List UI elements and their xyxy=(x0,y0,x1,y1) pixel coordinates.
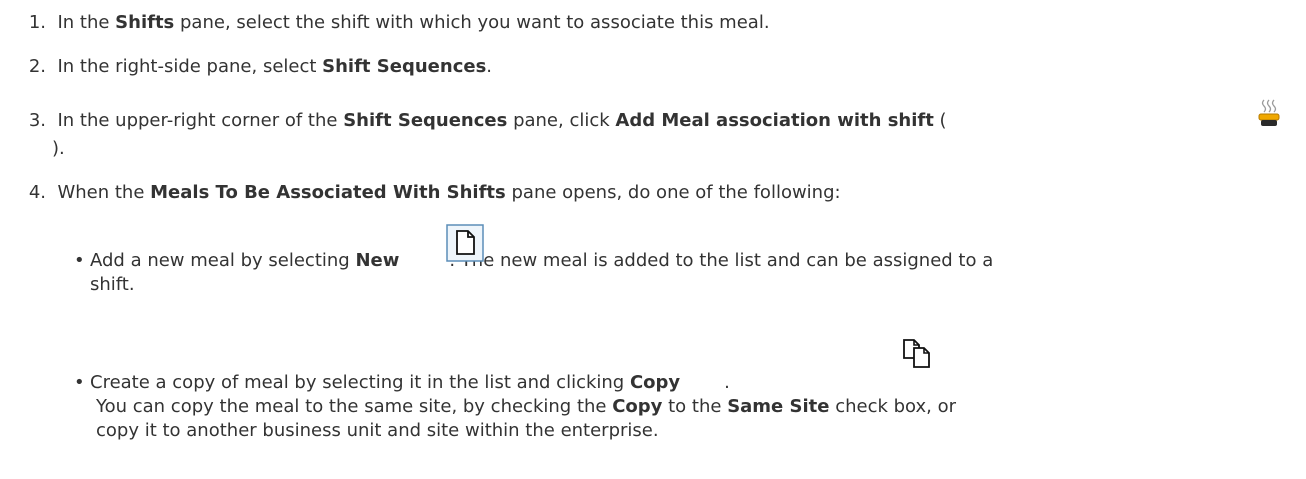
step-text-part: pane opens, do one of the following: xyxy=(505,182,841,203)
step-4: 4. When the Meals To Be Associated With … xyxy=(0,182,841,204)
bullet-text-part: Create a copy of meal by selecting it in… xyxy=(90,372,630,393)
bullet-1-line-1: Add a new meal by selecting New . The new… xyxy=(90,250,993,272)
step-number: 1. xyxy=(28,12,46,33)
step-number: 3. xyxy=(28,110,46,131)
step-text-part: ( xyxy=(933,110,947,131)
step-bold-term: Add Meal association with shift xyxy=(615,110,934,131)
meal-association-icon xyxy=(1256,98,1282,128)
bullet-bold-term: Copy xyxy=(612,396,663,417)
step-bold-term: Shifts xyxy=(115,12,175,33)
step-text: In the Shifts pane, select the shift wit… xyxy=(52,12,770,33)
step-text: When the Meals To Be Associated With Shi… xyxy=(52,182,841,203)
step-text-part: pane, click xyxy=(507,110,616,131)
step-bold-term: Shift Sequences xyxy=(322,56,487,77)
step-text: In the right-side pane, select Shift Seq… xyxy=(52,56,492,77)
step-text: In the upper-right corner of the Shift S… xyxy=(52,110,947,131)
step-number: 4. xyxy=(28,182,46,203)
bullet-2-line-1: Create a copy of meal by selecting it in… xyxy=(90,372,730,394)
step-text-part: When the xyxy=(57,182,151,203)
bullet-text-part: Add a new meal by selecting xyxy=(90,250,356,271)
bullet-2-line-3: copy it to another business unit and sit… xyxy=(96,420,659,441)
step-3: 3. In the upper-right corner of the Shif… xyxy=(0,110,947,132)
step-text-part: In the upper-right corner of the xyxy=(57,110,344,131)
bullet-marker: • xyxy=(74,372,85,393)
step-text-part: In the right-side pane, select xyxy=(57,56,323,77)
step-2: 2. In the right-side pane, select Shift … xyxy=(0,56,492,78)
bullet-text-part: to the xyxy=(662,396,728,417)
bullet-1-line-2: shift. xyxy=(90,274,135,295)
step-text-part: . xyxy=(486,56,493,77)
step-bold-term: Meals To Be Associated With Shifts xyxy=(150,182,506,203)
bullet-text-part: check box, or xyxy=(829,396,957,417)
step-text-part: pane, select the shift with which you wa… xyxy=(174,12,770,33)
step-3-continuation: ). xyxy=(52,138,65,159)
copy-document-icon xyxy=(900,336,936,372)
bullet-text-part: You can copy the meal to the same site, … xyxy=(96,396,613,417)
step-bold-term: Shift Sequences xyxy=(343,110,508,131)
new-document-icon xyxy=(446,224,484,262)
bullet-bold-term: Copy xyxy=(629,372,681,393)
step-1: 1. In the Shifts pane, select the shift … xyxy=(0,12,770,34)
bullet-text-part: . xyxy=(724,372,730,393)
step-number: 2. xyxy=(28,56,46,77)
bullet-text-part: . The new meal is added to the list and … xyxy=(449,250,994,271)
bullet-marker: • xyxy=(74,250,85,271)
bullet-bold-term: New xyxy=(355,250,400,271)
bullet-bold-term: Same Site xyxy=(727,396,830,417)
bullet-2-line-2: You can copy the meal to the same site, … xyxy=(96,396,956,418)
step-text-part: In the xyxy=(57,12,116,33)
